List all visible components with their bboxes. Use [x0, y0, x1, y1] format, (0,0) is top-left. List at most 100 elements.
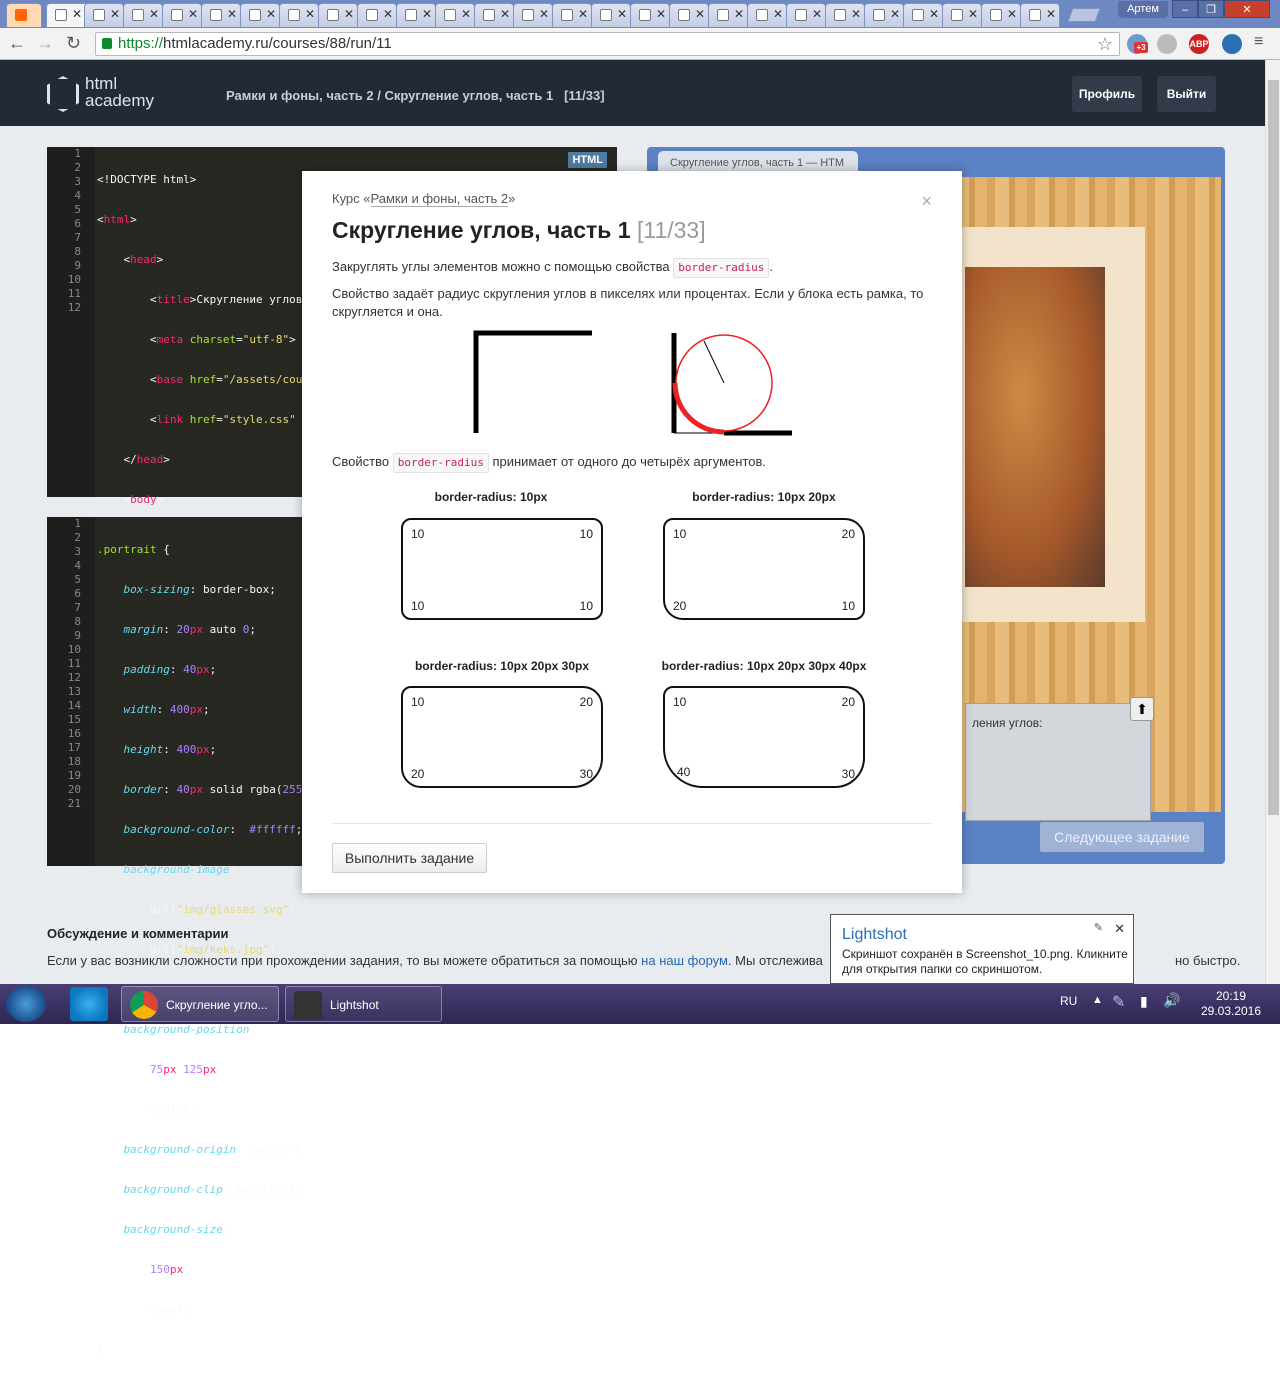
browser-tab[interactable]: ✕: [708, 3, 748, 27]
forum-link[interactable]: на наш форум: [641, 953, 728, 968]
close-tab-icon[interactable]: ✕: [773, 7, 783, 21]
lightshot-tray-icon[interactable]: ✎: [1112, 992, 1125, 1012]
close-tab-icon[interactable]: ✕: [695, 7, 705, 21]
close-tab-icon[interactable]: ✕: [734, 7, 744, 21]
browser-tab[interactable]: ✕: [903, 3, 943, 27]
browser-tab[interactable]: ✕: [357, 3, 397, 27]
arrow-up-icon[interactable]: ⬆: [1130, 697, 1154, 721]
browser-tab[interactable]: ✕: [162, 3, 202, 27]
close-tab-icon[interactable]: ✕: [461, 7, 471, 21]
browser-tab[interactable]: ✕: [1020, 3, 1060, 27]
browser-tab[interactable]: [6, 3, 42, 27]
close-tab-icon[interactable]: ✕: [344, 7, 354, 21]
browser-tab[interactable]: ✕: [630, 3, 670, 27]
browser-tab[interactable]: ✕: [513, 3, 553, 27]
browser-tab[interactable]: ✕: [201, 3, 241, 27]
profile-button[interactable]: Профиль: [1072, 76, 1142, 112]
line-number: 3: [74, 545, 81, 558]
tray-expand-icon[interactable]: ▲: [1092, 994, 1103, 1006]
page-scrollbar[interactable]: [1265, 60, 1280, 984]
adblock-plus-icon[interactable]: ABP: [1189, 34, 1209, 54]
back-arrow-icon[interactable]: ←: [8, 33, 26, 54]
browser-tab[interactable]: ✕: [669, 3, 709, 27]
close-tab-icon[interactable]: ✕: [305, 7, 315, 21]
new-tab-button[interactable]: [1067, 8, 1101, 22]
paragraph-2: Свойство задаёт радиус скругления углов …: [332, 286, 924, 319]
browser-tab[interactable]: ✕: [747, 3, 787, 27]
browser-tab[interactable]: ✕: [279, 3, 319, 27]
close-tab-icon[interactable]: ✕: [500, 7, 510, 21]
close-icon[interactable]: ×: [921, 191, 932, 212]
volume-icon[interactable]: 🔊: [1163, 992, 1180, 1009]
close-tab-icon[interactable]: ✕: [72, 7, 82, 21]
notification-title: Lightshot: [842, 926, 907, 943]
browser-tab[interactable]: ✕: [84, 3, 124, 27]
browser-tab[interactable]: ✕: [435, 3, 475, 27]
close-tab-icon[interactable]: ✕: [1046, 7, 1056, 21]
menu-icon[interactable]: ≡: [1254, 33, 1263, 51]
browser-tab[interactable]: ✕: [786, 3, 826, 27]
skype-icon[interactable]: [70, 987, 108, 1021]
browser-tab[interactable]: ✕: [552, 3, 592, 27]
network-icon[interactable]: ▮: [1140, 993, 1148, 1010]
language-indicator[interactable]: RU: [1060, 994, 1077, 1008]
close-tab-icon[interactable]: ✕: [929, 7, 939, 21]
browser-tab[interactable]: ✕: [864, 3, 904, 27]
browser-tab[interactable]: ✕: [240, 3, 280, 27]
browser-tab[interactable]: ✕: [591, 3, 631, 27]
close-window-icon[interactable]: ✕: [1224, 0, 1270, 18]
close-tab-icon[interactable]: ✕: [656, 7, 666, 21]
logout-button[interactable]: Выйти: [1157, 76, 1216, 112]
close-tab-icon[interactable]: ✕: [110, 7, 120, 21]
pin-icon[interactable]: ✎: [1094, 921, 1103, 934]
close-tab-icon[interactable]: ✕: [422, 7, 432, 21]
forward-arrow-icon[interactable]: →: [36, 33, 54, 54]
shield-extension-icon[interactable]: [1157, 34, 1177, 54]
browser-tab[interactable]: ✕: [825, 3, 865, 27]
browser-tab[interactable]: ✕: [396, 3, 436, 27]
bookmark-star-icon[interactable]: ☆: [1097, 33, 1113, 55]
close-tab-icon[interactable]: ✕: [890, 7, 900, 21]
globe-icon[interactable]: [1222, 34, 1242, 54]
breadcrumb-parent[interactable]: Рамки и фоны, часть 2 /: [226, 88, 381, 103]
logo-text[interactable]: html academy: [85, 75, 154, 109]
url-field[interactable]: https://htmlacademy.ru/courses/88/run/11…: [95, 32, 1120, 56]
close-tab-icon[interactable]: ✕: [266, 7, 276, 21]
close-tab-icon[interactable]: ✕: [383, 7, 393, 21]
close-tab-icon[interactable]: ✕: [227, 7, 237, 21]
browser-tab[interactable]: ✕: [474, 3, 514, 27]
html-academy-logo-icon[interactable]: [47, 76, 79, 112]
close-tab-icon[interactable]: ✕: [968, 7, 978, 21]
browser-tab[interactable]: ✕: [123, 3, 163, 27]
taskbar-lightshot-app[interactable]: Lightshot: [285, 986, 442, 1022]
profile-user-button[interactable]: Артем: [1118, 1, 1168, 18]
minimize-icon[interactable]: –: [1172, 0, 1198, 18]
p3-text: Свойство: [332, 454, 390, 469]
scrollbar-thumb[interactable]: [1268, 80, 1279, 815]
close-tab-icon[interactable]: ✕: [617, 7, 627, 21]
close-tab-icon[interactable]: ✕: [578, 7, 588, 21]
maximize-icon[interactable]: ❐: [1198, 0, 1224, 18]
browser-tab[interactable]: ✕: [981, 3, 1021, 27]
windows-start-icon[interactable]: [6, 986, 46, 1022]
close-tab-icon[interactable]: ✕: [149, 7, 159, 21]
taskbar-chrome-app[interactable]: Скругление угло...: [121, 986, 279, 1022]
reload-icon[interactable]: ↻: [66, 33, 81, 54]
close-icon[interactable]: ✕: [1114, 921, 1125, 937]
close-tab-icon[interactable]: ✕: [851, 7, 861, 21]
close-tab-icon[interactable]: ✕: [539, 7, 549, 21]
system-clock[interactable]: 20:19 29.03.2016: [1196, 989, 1266, 1019]
course-link[interactable]: Рамки и фоны, часть 2: [370, 191, 509, 207]
browser-tab[interactable]: ✕: [318, 3, 358, 27]
p3-end: принимает от одного до четырёх аргументо…: [492, 454, 767, 469]
close-tab-icon[interactable]: ✕: [188, 7, 198, 21]
shield-favicon-icon: [522, 9, 534, 21]
next-task-button[interactable]: Следующее задание: [1040, 822, 1204, 852]
close-tab-icon[interactable]: ✕: [1007, 7, 1017, 21]
run-task-button[interactable]: Выполнить задание: [332, 843, 487, 873]
lightshot-notification[interactable]: Lightshot ✎ ✕ Скриншот сохранён в Screen…: [830, 914, 1134, 984]
line-number: 21: [67, 797, 81, 810]
close-tab-icon[interactable]: ✕: [812, 7, 822, 21]
browser-tab[interactable]: ✕: [942, 3, 982, 27]
line-number: 4: [74, 189, 81, 202]
